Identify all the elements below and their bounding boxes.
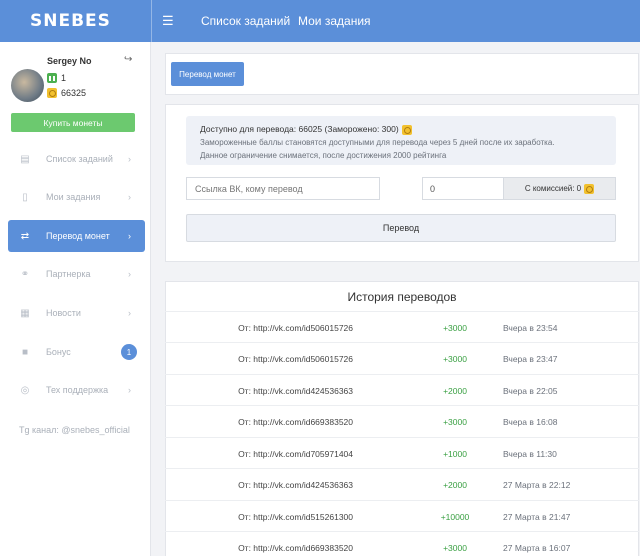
row-from: От: http://vk.com/id424536363 bbox=[238, 386, 353, 396]
coin-icon bbox=[401, 124, 412, 135]
table-row: От: http://vk.com/id669383520 +3000 Вчер… bbox=[165, 405, 639, 436]
handshake-icon: ⚭ bbox=[20, 268, 30, 280]
row-amount: +3000 bbox=[443, 417, 467, 427]
sidebar-item-transfer[interactable]: ⇄ Перевод монет › bbox=[8, 220, 145, 252]
list-icon: ▤ bbox=[20, 153, 30, 165]
row-amount: +3000 bbox=[443, 543, 467, 553]
transfer-info-box: Доступно для перевода: 66025 (Заморожено… bbox=[186, 116, 616, 165]
tab-transfer-coins[interactable]: Перевод монет bbox=[171, 62, 244, 86]
transfer-icon: ⇄ bbox=[20, 230, 30, 242]
row-from: От: http://vk.com/id705971404 bbox=[238, 449, 353, 459]
nav-task-list[interactable]: Список заданий bbox=[201, 14, 290, 28]
row-from: От: http://vk.com/id669383520 bbox=[238, 417, 353, 427]
sidebar-item-task-list[interactable]: ▤ Список заданий › bbox=[8, 143, 145, 175]
row-date: 27 Марта в 16:07 bbox=[503, 543, 571, 553]
row-from: От: http://vk.com/id515261300 bbox=[238, 512, 353, 522]
table-row: От: http://vk.com/id515261300 +10000 27 … bbox=[165, 500, 639, 531]
row-amount: +3000 bbox=[443, 323, 467, 333]
row-amount: +2000 bbox=[443, 480, 467, 490]
rating-value: 1 bbox=[61, 73, 67, 83]
rating-icon bbox=[47, 73, 57, 83]
row-date: Вчера в 11:30 bbox=[503, 449, 557, 459]
row-from: От: http://vk.com/id669383520 bbox=[238, 543, 353, 553]
coin-icon bbox=[47, 88, 57, 98]
history-title: История переводов bbox=[347, 290, 457, 304]
bonus-badge: 1 bbox=[121, 344, 137, 360]
divider bbox=[151, 0, 152, 42]
sidebar-item-label: Тех поддержка bbox=[46, 385, 109, 395]
gift-icon: ■ bbox=[21, 346, 29, 358]
freeze-note: Замороженные баллы становятся доступными… bbox=[200, 138, 555, 147]
row-amount: +1000 bbox=[443, 449, 467, 459]
sidebar-item-news[interactable]: ▦ Новости › bbox=[8, 297, 145, 329]
sidebar-item-support[interactable]: ◎ Тех поддержка › bbox=[8, 374, 145, 406]
amount-input[interactable] bbox=[422, 177, 504, 200]
limit-note: Данное ограничение снимается, после дост… bbox=[200, 151, 447, 160]
hamburger-menu-icon[interactable]: ☰ bbox=[162, 13, 174, 29]
sidebar-item-label: Мои задания bbox=[46, 192, 101, 202]
document-icon: ▯ bbox=[22, 191, 28, 203]
table-row: От: http://vk.com/id506015726 +3000 Вчер… bbox=[165, 311, 639, 342]
balance-stat: 66325 bbox=[47, 88, 86, 98]
top-bar: SNEBES ☰ Список заданий Мои задания bbox=[0, 0, 640, 42]
commission-text: С комиссией: 0 bbox=[524, 184, 582, 193]
chevron-right-icon: › bbox=[128, 269, 131, 279]
buy-coins-button[interactable]: Купить монеты bbox=[11, 113, 135, 132]
sidebar-item-my-tasks[interactable]: ▯ Мои задания › bbox=[8, 181, 145, 213]
row-date: Вчера в 23:54 bbox=[503, 323, 558, 333]
table-row: От: http://vk.com/id669383520 +3000 27 М… bbox=[165, 531, 639, 556]
sidebar-item-label: Бонус bbox=[46, 347, 71, 357]
coin-icon bbox=[584, 183, 595, 194]
row-date: 27 Марта в 22:12 bbox=[503, 480, 571, 490]
table-row: От: http://vk.com/id424536363 +2000 27 М… bbox=[165, 468, 639, 499]
balance-value: 66325 bbox=[61, 88, 87, 98]
avatar bbox=[11, 69, 44, 102]
chevron-right-icon: › bbox=[128, 192, 131, 202]
sidebar-item-label: Новости bbox=[46, 308, 81, 318]
available-text: Доступно для перевода: 66025 (Заморожено… bbox=[200, 124, 399, 134]
row-date: Вчера в 23:47 bbox=[503, 354, 558, 364]
telegram-channel-link[interactable]: Tg канал: @snebes_official bbox=[19, 425, 130, 435]
commission-display: С комиссией: 0 bbox=[503, 177, 616, 200]
row-from: От: http://vk.com/id506015726 bbox=[238, 323, 353, 333]
logo[interactable]: SNEBES bbox=[0, 0, 151, 42]
nav-my-tasks[interactable]: Мои задания bbox=[298, 14, 371, 28]
username: Sergey No bbox=[47, 56, 92, 66]
news-icon: ▦ bbox=[20, 307, 30, 319]
row-from: От: http://vk.com/id424536363 bbox=[238, 480, 353, 490]
row-from: От: http://vk.com/id506015726 bbox=[238, 354, 353, 364]
sidebar-item-bonus[interactable]: ■ Бонус 1 bbox=[8, 336, 145, 368]
transfer-submit-button[interactable]: Перевод bbox=[186, 214, 616, 242]
rating-stat: 1 bbox=[47, 73, 66, 83]
available-line: Доступно для перевода: 66025 (Заморожено… bbox=[200, 123, 602, 136]
chevron-right-icon: › bbox=[128, 385, 131, 395]
row-date: Вчера в 16:08 bbox=[503, 417, 558, 427]
table-row: От: http://vk.com/id705971404 +1000 Вчер… bbox=[165, 437, 639, 468]
table-row: От: http://vk.com/id424536363 +2000 Вчер… bbox=[165, 374, 639, 405]
row-amount: +3000 bbox=[443, 354, 467, 364]
row-amount: +10000 bbox=[440, 512, 470, 522]
table-row: От: http://vk.com/id506015726 +3000 Вчер… bbox=[165, 342, 639, 373]
logout-icon[interactable]: ↪ bbox=[124, 55, 134, 65]
sidebar-item-label: Партнерка bbox=[46, 269, 91, 279]
chevron-right-icon: › bbox=[128, 154, 131, 164]
sidebar-item-label: Список заданий bbox=[46, 154, 113, 164]
sidebar-item-label: Перевод монет bbox=[46, 231, 110, 241]
chevron-right-icon: › bbox=[128, 308, 131, 318]
vk-link-input[interactable] bbox=[186, 177, 380, 200]
row-date: 27 Марта в 21:47 bbox=[503, 512, 571, 522]
sidebar-item-partners[interactable]: ⚭ Партнерка › bbox=[8, 258, 145, 290]
chevron-right-icon: › bbox=[128, 231, 131, 241]
row-date: Вчера в 22:05 bbox=[503, 386, 558, 396]
support-icon: ◎ bbox=[20, 384, 30, 396]
row-amount: +2000 bbox=[443, 386, 467, 396]
